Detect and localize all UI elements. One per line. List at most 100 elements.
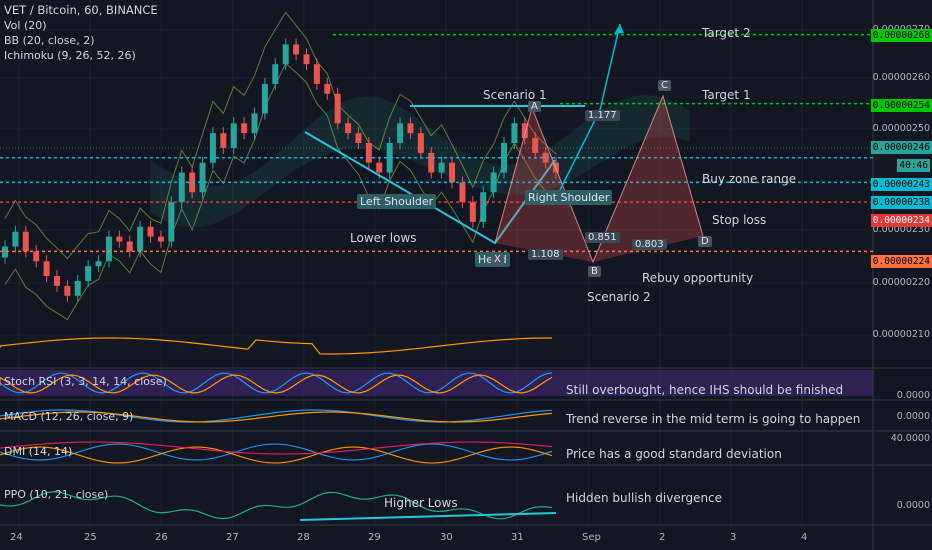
candle-body — [355, 133, 362, 144]
candle-body — [85, 266, 92, 281]
candle-body — [345, 123, 352, 134]
ratio-1177: 1.177 — [585, 110, 620, 121]
candle-body — [105, 236, 112, 262]
dmi-minus-line — [0, 446, 553, 464]
macd-axis-tick: 0.0000 — [896, 411, 930, 422]
indicator-bb-label[interactable]: BB (20, close, 2) — [4, 34, 95, 47]
date-tick: 4 — [801, 532, 808, 543]
badge-target2: 0.00000268 — [870, 29, 932, 42]
ratio-1108: 1.108 — [528, 249, 563, 260]
candle-body — [449, 162, 456, 183]
ppo-label[interactable]: PPO (10, 21, close) — [4, 488, 108, 501]
candle-body — [64, 285, 71, 296]
candle-body — [313, 64, 320, 84]
stoch-note: Still overbought, hence IHS should be fi… — [566, 383, 844, 397]
macd-note: Trend reverse in the mid term is going t… — [566, 412, 861, 426]
candle-body — [324, 83, 331, 94]
date-tick: 31 — [511, 532, 524, 543]
volume-line — [0, 337, 553, 355]
badge-buy-zone-high: 0.00000243 — [870, 178, 932, 191]
candle-body — [334, 93, 341, 124]
buy-zone-label: Buy zone range — [702, 172, 797, 186]
candle-body — [43, 261, 50, 277]
date-tick: 24 — [10, 532, 23, 543]
badge-countdown: 40:46 — [897, 159, 930, 172]
scenario1-label: Scenario 1 — [483, 88, 547, 102]
candle-body — [74, 280, 81, 296]
macd-label[interactable]: MACD (12, 26, close, 9) — [4, 410, 133, 423]
candle-body — [511, 123, 518, 144]
candle-body — [157, 236, 164, 242]
candle-body — [168, 202, 175, 242]
higher-lows-label: Higher Lows — [384, 496, 458, 510]
date-tick: 27 — [226, 532, 239, 543]
candle-body — [53, 276, 60, 286]
candle-body — [251, 113, 258, 134]
date-tick: 25 — [84, 532, 97, 543]
ppo-axis-tick: 0.0000 — [896, 500, 930, 511]
badge-target1: 0.00000254 — [870, 99, 932, 112]
candle-body — [293, 44, 300, 55]
point-c-tag: C — [658, 80, 671, 91]
candle-body — [428, 152, 435, 173]
point-x-tag: X — [491, 254, 504, 265]
date-tick: 26 — [155, 532, 168, 543]
dmi-axis-tick: 40.0000 — [890, 433, 930, 444]
stop-loss-label: Stop loss — [712, 213, 767, 227]
candle-body — [303, 54, 310, 65]
candle-body — [469, 202, 476, 222]
candle-body — [116, 236, 123, 242]
candle-body — [95, 261, 102, 267]
candle-body — [459, 182, 466, 203]
point-b-tag: B — [588, 266, 601, 277]
dmi-note: Price has a good standard deviation — [566, 447, 782, 461]
date-tick: 29 — [368, 532, 381, 543]
candle-body — [376, 162, 383, 173]
scenario2-label: Scenario 2 — [587, 290, 651, 304]
badge-rebuy: 0.00000224 — [870, 255, 932, 268]
stoch-rsi-label[interactable]: Stoch RSI (3, 3, 14, 14, close) — [4, 375, 167, 388]
right-shoulder-label: Right Shoulder — [525, 190, 613, 205]
ppo-note: Hidden bullish divergence — [566, 491, 723, 505]
target2-label: Target 2 — [702, 26, 751, 40]
candle-body — [407, 123, 414, 134]
chart-canvas[interactable] — [0, 0, 932, 550]
candle-body — [438, 162, 445, 173]
date-tick: 30 — [440, 532, 453, 543]
candle-body — [282, 44, 289, 65]
candle-body — [230, 123, 237, 148]
point-a-tag: A — [528, 101, 541, 112]
indicator-ichimoku-label[interactable]: Ichimoku (9, 26, 52, 26) — [4, 49, 136, 62]
price-tick: 0.00000250 — [872, 123, 930, 134]
candle-body — [22, 231, 29, 252]
date-tick: Sep — [582, 532, 601, 543]
candle-body — [12, 231, 19, 247]
stoch-axis-tick: 0.0000 — [896, 390, 930, 401]
candle-body — [365, 143, 372, 163]
candle-body — [417, 133, 424, 153]
candle-body — [480, 192, 487, 222]
badge-stop-loss: 0.00000234 — [870, 214, 932, 227]
price-tick: 0.00000220 — [872, 277, 930, 288]
candle-body — [147, 226, 154, 237]
chart-stage: VET / Bitcoin, 60, BINANCE Vol (20) BB (… — [0, 0, 932, 550]
candle-body — [397, 123, 404, 144]
badge-current: 0.00000246 — [870, 141, 932, 154]
candle-body — [126, 241, 133, 252]
ratio-0851: 0.851 — [585, 232, 620, 243]
dmi-label[interactable]: DMI (14, 14) — [4, 445, 72, 458]
candle-body — [241, 123, 248, 134]
indicator-vol-label[interactable]: Vol (20) — [4, 19, 47, 32]
candle-body — [178, 172, 185, 203]
price-tick: 0.00000210 — [872, 329, 930, 340]
target1-label: Target 1 — [702, 88, 751, 102]
date-tick: 28 — [297, 532, 310, 543]
badge-buy-zone-low: 0.00000238 — [870, 196, 932, 209]
symbol-title: VET / Bitcoin, 60, BINANCE — [4, 3, 158, 17]
dmi-plus-line — [0, 443, 553, 461]
candle-body — [33, 251, 40, 262]
candle-body — [137, 226, 144, 252]
lower-lows-label: Lower lows — [350, 231, 417, 245]
left-shoulder-label: Left Shoulder — [357, 194, 437, 209]
ratio-0803: 0.803 — [632, 239, 667, 250]
